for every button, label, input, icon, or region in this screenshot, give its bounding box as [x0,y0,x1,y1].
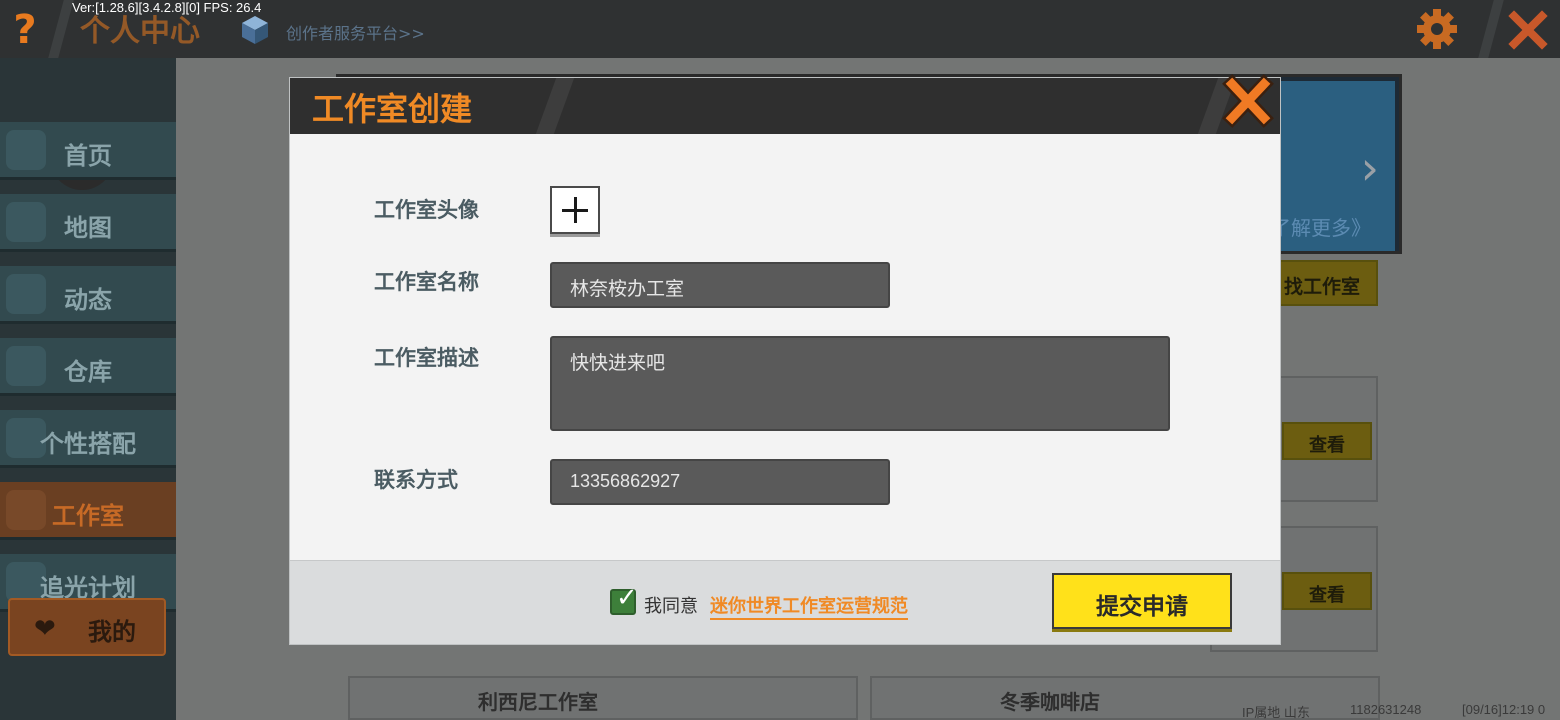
find-studio-label: 找工作室 [1284,276,1361,298]
close-icon[interactable] [1220,72,1276,130]
submit-label: 提交申请 [1096,594,1188,620]
rules-link[interactable]: 迷你世界工作室运营规范 [710,592,908,620]
view-button[interactable]: 查看 [1282,572,1372,610]
agree-checkbox[interactable]: ✓ [610,583,638,615]
debug-overlay-text: Ver:[1.28.6][3.4.2.8][0] FPS: 26.4 [72,0,262,15]
sidebar-item-label: 地图 [64,214,112,242]
timestamp-text: [09/16]12:19 0 [1462,702,1546,717]
description-label: 工作室描述 [374,346,479,370]
sidebar-item-home[interactable]: 首页 [0,122,176,180]
studio-card[interactable]: 利西尼工作室 [348,676,858,720]
agree-text: 我同意 [644,596,698,617]
view-label: 查看 [1309,585,1345,606]
help-button[interactable]: ? [8,8,42,52]
studio-name-input[interactable]: 林奈桉办工室 [550,262,890,308]
dialog-footer: ✓ 我同意 迷你世界工作室运营规范 提交申请 [290,560,1280,644]
avatar-label: 工作室头像 [374,198,479,222]
sidebar-item-label: 动态 [64,286,112,314]
mine-button[interactable]: ❤ 我的 [8,598,166,656]
divider [1478,0,1504,58]
dialog-title: 工作室创建 [312,90,473,128]
chevron-right-icon[interactable]: › [1361,141,1379,195]
close-icon[interactable] [1506,8,1550,52]
contact-input[interactable]: 13356862927 [550,459,890,505]
studio-card-title: 冬季咖啡店 [1000,690,1100,714]
divider [48,0,74,58]
add-avatar-button[interactable] [550,186,600,234]
sidebar-item-label: 仓库 [64,358,112,386]
sidebar-item-feed[interactable]: 动态 [0,266,176,324]
check-icon: ✓ [616,583,638,613]
sidebar-item-map[interactable]: 地图 [0,194,176,252]
cube-icon[interactable] [240,14,270,46]
sidebar-item-label: 个性搭配 [40,430,136,458]
sidebar-item-label: 工作室 [52,502,124,530]
name-label: 工作室名称 [374,270,479,294]
mine-label: 我的 [88,618,136,646]
header-stripe [535,78,575,134]
sidebar-item-label: 首页 [64,142,112,170]
banner-learn-more[interactable]: 了解更多》 [1271,212,1371,241]
view-label: 查看 [1309,435,1345,456]
creator-platform-link[interactable]: 创作者服务平台>> [286,20,425,44]
submit-button[interactable]: 提交申请 [1052,573,1232,629]
contact-label: 联系方式 [374,468,458,492]
user-id-text: 1182631248 [1350,702,1422,717]
sidebar-item-studio[interactable]: 工作室 [0,482,176,540]
gear-icon[interactable] [1414,6,1460,52]
sidebar-item-warehouse[interactable]: 仓库 [0,338,176,396]
ip-location-text: IP属地 山东 [1242,705,1310,720]
view-button[interactable]: 查看 [1282,422,1372,460]
top-bar: ? 个人中心 Ver:[1.28.6][3.4.2.8][0] FPS: 26.… [0,0,1560,58]
dialog-header: 工作室创建 [290,78,1280,134]
sidebar-item-outfit[interactable]: 个性搭配 [0,410,176,468]
find-studio-button[interactable]: 找工作室 [1268,260,1378,306]
studio-create-dialog: 工作室创建 工作室头像 工作室名称 林奈桉办工室 工作室描述 快快进来吧 联系方… [290,74,1280,644]
heart-icon: ❤ [34,614,56,644]
studio-card-title: 利西尼工作室 [478,690,598,714]
studio-description-input[interactable]: 快快进来吧 [550,336,1170,431]
